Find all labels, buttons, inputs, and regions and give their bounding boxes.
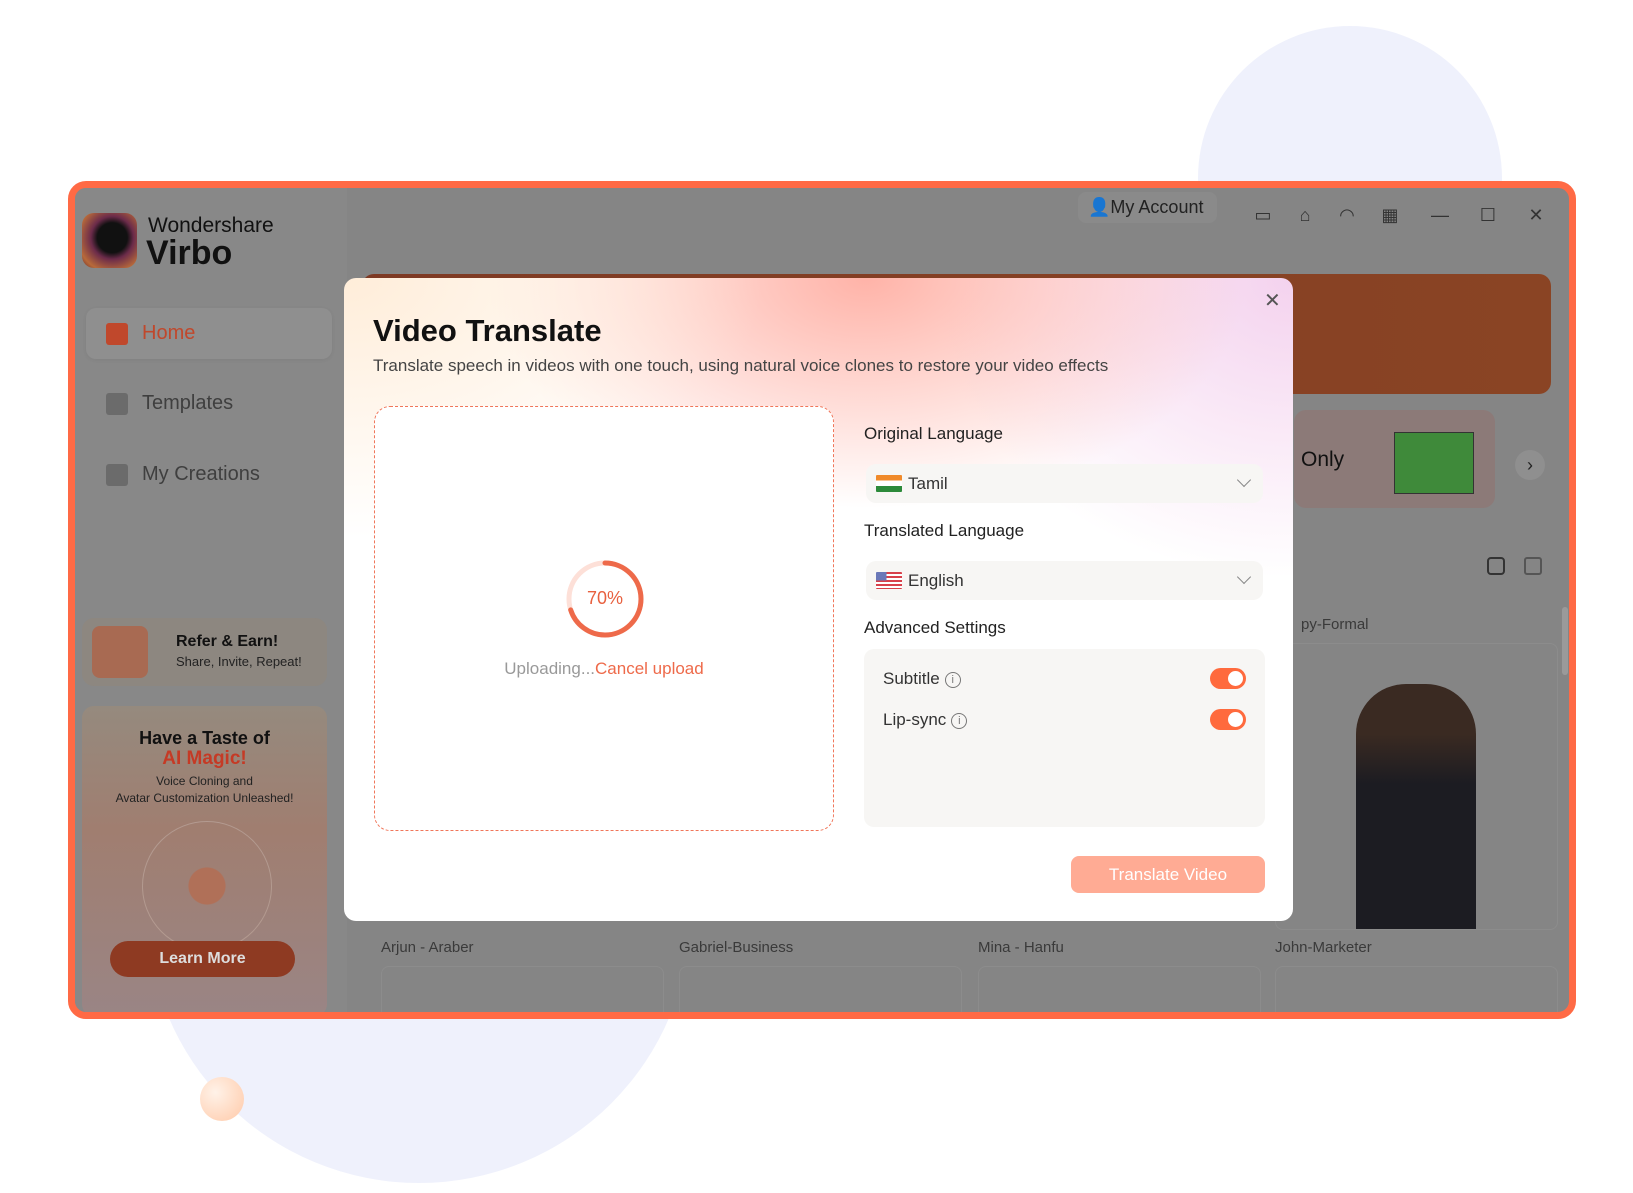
subtitle-toggle[interactable] xyxy=(1210,668,1246,689)
bg-orb xyxy=(200,1077,244,1121)
original-language-select[interactable]: Tamil xyxy=(866,464,1263,503)
chevron-down-icon xyxy=(1236,472,1252,488)
scrollbar[interactable] xyxy=(1562,607,1568,675)
avatar-photo xyxy=(1356,684,1476,929)
feature-thumbnail xyxy=(1394,432,1474,494)
avatar-card[interactable] xyxy=(381,966,664,1012)
feature-card[interactable]: Only xyxy=(1294,410,1495,508)
brand-name: Virbo xyxy=(146,234,233,272)
maximize-icon[interactable]: ☐ xyxy=(1477,204,1499,226)
cancel-upload-link[interactable]: Cancel upload xyxy=(595,659,704,678)
lip-sync-toggle[interactable] xyxy=(1210,709,1246,730)
avatar-label: Gabriel-Business xyxy=(679,939,794,956)
video-translate-dialog: ✕ Video Translate Translate speech in vi… xyxy=(344,278,1293,921)
translate-video-button[interactable]: Translate Video xyxy=(1071,856,1265,893)
close-icon[interactable]: ✕ xyxy=(1525,204,1547,226)
avatar-card[interactable] xyxy=(1275,966,1558,1012)
avatar-label: John-Marketer xyxy=(1275,939,1372,956)
avatar-card[interactable] xyxy=(679,966,962,1012)
translated-language-label: Translated Language xyxy=(864,521,1025,540)
info-icon[interactable]: i xyxy=(944,672,961,688)
support-icon[interactable]: ◠ xyxy=(1336,204,1358,226)
upload-status: Uploading...Cancel upload xyxy=(504,659,704,678)
sidebar: Wondershare Virbo Home Templates My Crea… xyxy=(75,188,347,1012)
home-icon xyxy=(106,322,128,345)
apps-icon[interactable]: ▦ xyxy=(1379,204,1401,226)
learn-more-button[interactable]: Learn More xyxy=(110,941,295,977)
next-arrow-button[interactable]: › xyxy=(1515,450,1545,480)
dialog-title: Video Translate xyxy=(373,313,602,348)
minimize-icon[interactable]: — xyxy=(1429,204,1451,226)
translated-language-select[interactable]: English xyxy=(866,561,1263,600)
progress-label: 70% xyxy=(586,588,624,608)
close-dialog-button[interactable]: ✕ xyxy=(1264,288,1281,313)
avatar-label: Arjun - Araber xyxy=(381,939,474,956)
templates-icon xyxy=(106,392,128,415)
promo-illustration xyxy=(142,821,272,951)
info-icon[interactable]: i xyxy=(951,713,968,729)
avatar-card[interactable] xyxy=(1275,643,1558,930)
india-flag-icon xyxy=(876,475,902,492)
chevron-down-icon xyxy=(1236,569,1252,585)
gift-icon xyxy=(92,626,148,678)
tutorial-icon[interactable]: ⌂ xyxy=(1294,204,1316,226)
sidebar-item-my-creations[interactable]: My Creations xyxy=(86,449,332,500)
ai-magic-promo: Have a Taste of AI Magic! Voice Cloning … xyxy=(82,706,327,1012)
avatar-label: Mina - Hanfu xyxy=(978,939,1064,956)
us-flag-icon xyxy=(876,572,902,589)
sidebar-item-templates[interactable]: Templates xyxy=(86,378,332,429)
layout-toggle-icon[interactable] xyxy=(1524,557,1542,575)
my-account-button[interactable]: 👤My Account xyxy=(1078,192,1217,223)
view-toggle-icon[interactable] xyxy=(1487,557,1505,575)
original-language-label: Original Language xyxy=(864,424,1003,443)
creations-icon xyxy=(106,463,128,486)
upload-dropzone[interactable]: 70% Uploading...Cancel upload xyxy=(374,406,834,831)
sidebar-item-home[interactable]: Home xyxy=(86,308,332,359)
partial-label: py-Formal xyxy=(1301,616,1369,633)
user-icon: 👤 xyxy=(1088,197,1111,217)
advanced-settings-panel: Subtitle i Lip-sync i xyxy=(864,649,1265,827)
advanced-settings-label: Advanced Settings xyxy=(864,618,1006,637)
refer-earn-card[interactable]: Refer & Earn! Share, Invite, Repeat! xyxy=(82,618,327,686)
avatar-card[interactable] xyxy=(978,966,1261,1012)
app-logo xyxy=(82,213,137,268)
dialog-subtitle: Translate speech in videos with one touc… xyxy=(373,356,1109,375)
feedback-icon[interactable]: ▭ xyxy=(1252,204,1274,226)
